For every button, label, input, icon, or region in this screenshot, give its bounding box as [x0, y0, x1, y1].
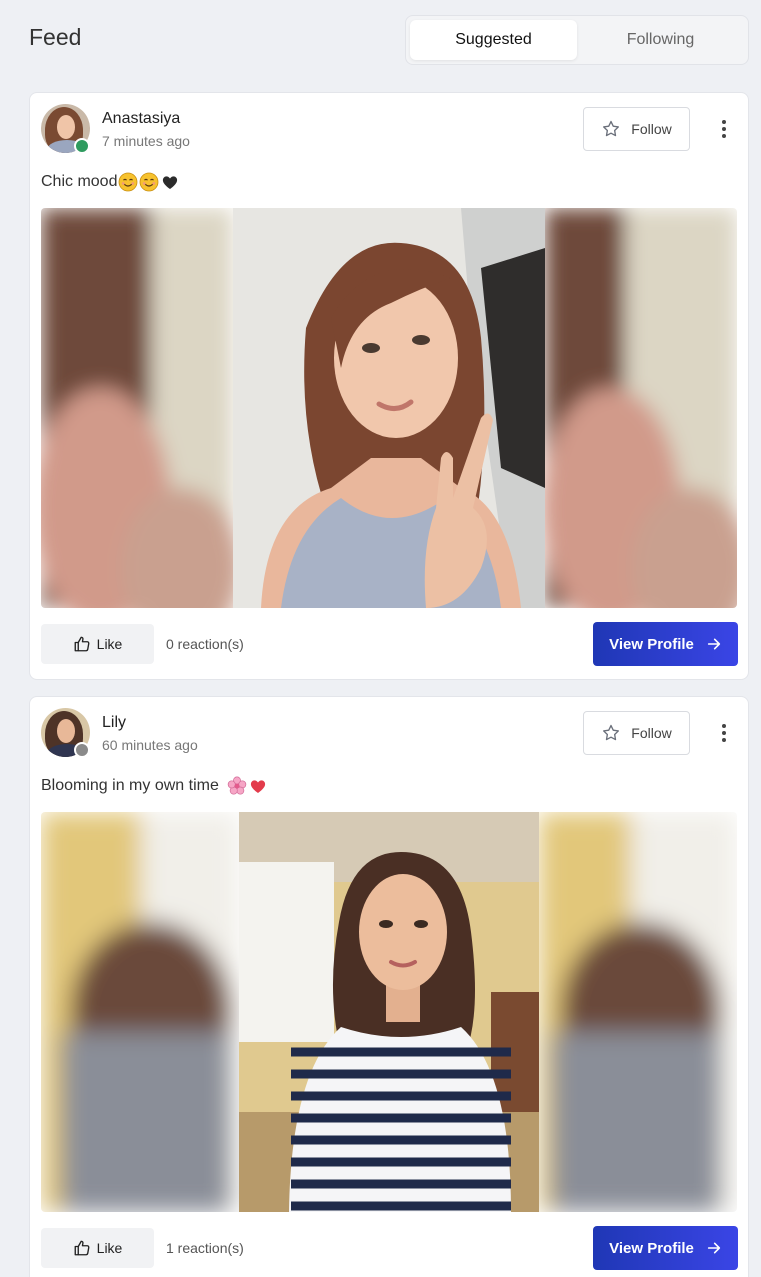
offline-status-dot: [74, 742, 90, 758]
tab-following[interactable]: Following: [577, 20, 744, 60]
more-options-icon[interactable]: [716, 721, 732, 745]
follow-label: Follow: [631, 121, 672, 137]
cherry-blossom-emoji: [227, 776, 247, 795]
post-photo[interactable]: [41, 208, 737, 608]
post-username[interactable]: Anastasiya: [102, 110, 180, 128]
thumbs-up-icon: [74, 636, 90, 652]
follow-button[interactable]: Follow: [583, 107, 690, 151]
like-button[interactable]: Like: [41, 624, 154, 664]
reaction-count: 0 reaction(s): [166, 636, 244, 652]
view-profile-label: View Profile: [609, 635, 694, 653]
smiling-face-emoji: [140, 172, 159, 192]
post-photo[interactable]: [41, 812, 737, 1212]
feed-tabs: Suggested Following: [405, 15, 749, 65]
caption-text: Chic mood: [41, 173, 118, 190]
more-options-icon[interactable]: [716, 117, 732, 141]
post-username[interactable]: Lily: [102, 714, 126, 732]
red-heart-emoji: [250, 780, 265, 793]
follow-label: Follow: [631, 725, 672, 741]
arrow-right-icon: [707, 1242, 721, 1254]
star-icon: [603, 120, 620, 137]
page-title: Feed: [29, 24, 82, 50]
view-profile-label: View Profile: [609, 1239, 694, 1257]
online-status-dot: [74, 138, 90, 154]
caption-text: Blooming in my own time: [41, 777, 219, 794]
tab-suggested[interactable]: Suggested: [410, 20, 577, 60]
post-photo-image: [41, 208, 737, 608]
like-label: Like: [96, 636, 123, 652]
post-card: Lily 60 minutes ago Follow Blooming in m…: [29, 696, 749, 1277]
post-timestamp: 7 minutes ago: [102, 133, 190, 149]
feed-page: Feed Suggested Following Anastasiya 7 mi…: [0, 0, 761, 1277]
post-card: Anastasiya 7 minutes ago Follow Chic moo…: [29, 92, 749, 680]
reaction-count: 1 reaction(s): [166, 1240, 244, 1256]
view-profile-button[interactable]: View Profile: [593, 622, 738, 666]
smiling-face-emoji: [119, 172, 138, 192]
like-label: Like: [96, 1240, 123, 1256]
star-icon: [603, 724, 620, 741]
post-caption: Blooming in my own time: [41, 776, 268, 796]
view-profile-button[interactable]: View Profile: [593, 1226, 738, 1270]
follow-button[interactable]: Follow: [583, 711, 690, 755]
post-caption: Chic mood: [41, 172, 180, 192]
thumbs-up-icon: [74, 1240, 90, 1256]
black-heart-emoji: [163, 176, 178, 189]
arrow-right-icon: [707, 638, 721, 650]
post-photo-image: [41, 812, 737, 1212]
post-timestamp: 60 minutes ago: [102, 737, 198, 753]
like-button[interactable]: Like: [41, 1228, 154, 1268]
